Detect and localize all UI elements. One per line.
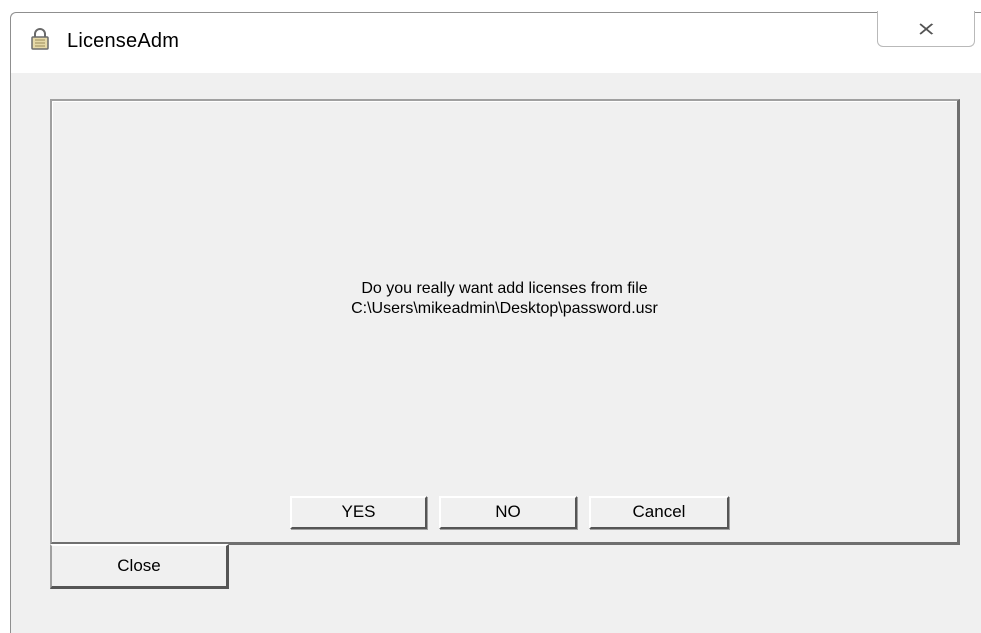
lock-icon [29, 27, 51, 51]
confirmation-panel: Do you really want add licenses from fil… [50, 99, 960, 545]
cancel-button[interactable]: Cancel [589, 496, 729, 529]
window-title: LicenseAdm [67, 30, 180, 52]
yes-button[interactable]: YES [290, 496, 427, 529]
message-line-question: Do you really want add licenses from fil… [361, 280, 648, 297]
no-button[interactable]: NO [439, 496, 577, 529]
license-adm-window: LicenseAdm Do you really want add licens… [10, 11, 981, 633]
message-line-filepath: C:\Users\mikeadmin\Desktop\password.usr [351, 300, 658, 317]
close-button[interactable]: Close [50, 544, 229, 589]
close-icon [919, 23, 934, 35]
window-close-button[interactable] [877, 11, 975, 47]
confirmation-message: Do you really want add licenses from fil… [52, 279, 957, 319]
title-bar[interactable]: LicenseAdm [11, 11, 981, 73]
